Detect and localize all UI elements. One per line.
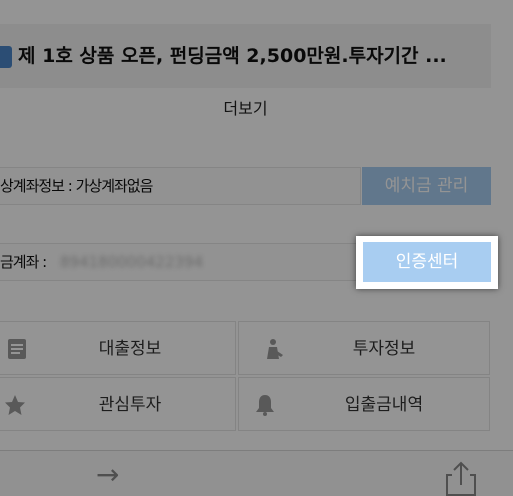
- cert-center-button[interactable]: 인증센터: [363, 242, 491, 282]
- highlight-frame: 인증센터: [356, 236, 498, 289]
